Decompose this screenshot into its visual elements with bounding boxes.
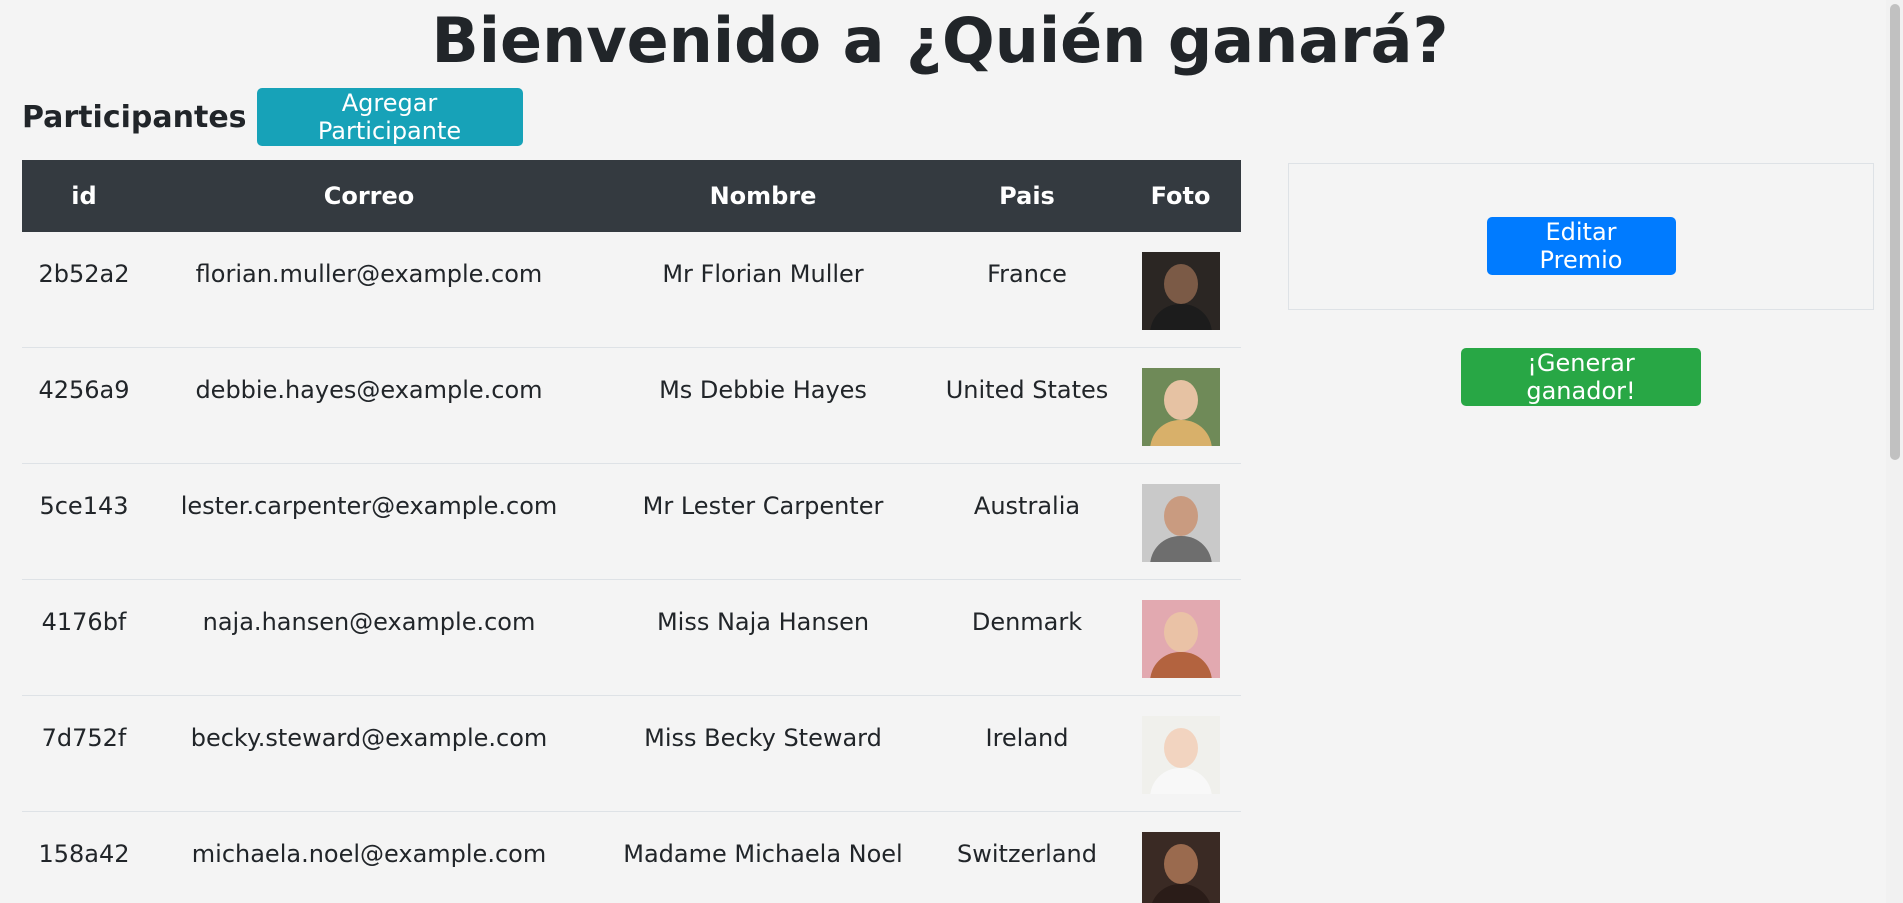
winner-area: ¡Generar ganador! bbox=[1288, 348, 1874, 406]
table-row: 4176bf naja.hansen@example.com Miss Naja H… bbox=[22, 579, 1241, 696]
participant-id: 158a42 bbox=[38, 840, 130, 868]
participant-name: Ms Debbie Hayes bbox=[659, 376, 867, 404]
participant-name-cell: Miss Becky Steward bbox=[592, 695, 934, 812]
participant-country-cell: Australia bbox=[934, 463, 1120, 580]
participant-photo bbox=[1141, 368, 1220, 446]
participants-header: Participantes Agregar Participante bbox=[22, 88, 523, 146]
participant-id-cell: 7d752f bbox=[22, 695, 146, 812]
table-row: 2b52a2 florian.muller@example.com Mr Flori… bbox=[22, 232, 1241, 348]
add-participant-button[interactable]: Agregar Participante bbox=[256, 88, 523, 146]
participant-country: Australia bbox=[973, 492, 1081, 520]
column-header-email: Correo bbox=[323, 182, 415, 210]
table-body: 2b52a2 florian.muller@example.com Mr Flori… bbox=[22, 232, 1241, 903]
participant-email-cell: lester.carpenter@example.com bbox=[146, 463, 592, 580]
participant-id-cell: 2b52a2 bbox=[22, 232, 146, 348]
participant-name-cell: Miss Naja Hansen bbox=[592, 579, 934, 696]
participant-photo bbox=[1141, 832, 1220, 903]
participant-photo-cell bbox=[1120, 232, 1241, 348]
participant-photo-cell bbox=[1120, 695, 1241, 812]
participant-country-cell: Switzerland bbox=[934, 811, 1120, 903]
participant-photo-cell bbox=[1120, 347, 1241, 464]
table-header: id Correo Nombre Pais Foto bbox=[22, 160, 1241, 232]
participant-country: United States bbox=[945, 376, 1109, 404]
participant-email: florian.muller@example.com bbox=[195, 260, 543, 288]
participant-photo bbox=[1141, 484, 1220, 562]
generate-winner-button[interactable]: ¡Generar ganador! bbox=[1461, 348, 1701, 406]
participant-id-cell: 4256a9 bbox=[22, 347, 146, 464]
participant-id: 2b52a2 bbox=[38, 260, 130, 288]
participant-country-cell: Denmark bbox=[934, 579, 1120, 696]
participant-name: Miss Becky Steward bbox=[644, 724, 882, 752]
prize-panel: Editar Premio bbox=[1288, 163, 1874, 310]
scrollbar-thumb[interactable] bbox=[1890, 4, 1900, 460]
participant-email: debbie.hayes@example.com bbox=[195, 376, 543, 404]
participants-title: Participantes bbox=[22, 99, 247, 135]
participant-photo-cell bbox=[1120, 579, 1241, 696]
participant-email-cell: becky.steward@example.com bbox=[146, 695, 592, 812]
participant-email-cell: florian.muller@example.com bbox=[146, 232, 592, 348]
participant-photo-cell bbox=[1120, 463, 1241, 580]
participant-name: Mr Lester Carpenter bbox=[642, 492, 884, 520]
participant-country: Ireland bbox=[985, 724, 1069, 752]
participant-name-cell: Madame Michaela Noel bbox=[592, 811, 934, 903]
table-row: 158a42 michaela.noel@example.com Madame Mi… bbox=[22, 811, 1241, 903]
participant-name-cell: Mr Lester Carpenter bbox=[592, 463, 934, 580]
table-row: 4256a9 debbie.hayes@example.com Ms Debbie … bbox=[22, 347, 1241, 464]
participant-email-cell: michaela.noel@example.com bbox=[146, 811, 592, 903]
table-row: 5ce143 lester.carpenter@example.com Mr Les… bbox=[22, 463, 1241, 580]
participant-id-cell: 4176bf bbox=[22, 579, 146, 696]
participant-email: lester.carpenter@example.com bbox=[180, 492, 558, 520]
table-row: 7d752f becky.steward@example.com Miss Beck… bbox=[22, 695, 1241, 812]
participant-name: Madame Michaela Noel bbox=[623, 840, 903, 868]
participant-id: 5ce143 bbox=[39, 492, 129, 520]
page-title: Bienvenido a ¿Quién ganará? bbox=[431, 4, 1449, 77]
participant-id: 7d752f bbox=[41, 724, 127, 752]
participant-email-cell: naja.hansen@example.com bbox=[146, 579, 592, 696]
participant-id-cell: 5ce143 bbox=[22, 463, 146, 580]
participant-id-cell: 158a42 bbox=[22, 811, 146, 903]
participant-name: Miss Naja Hansen bbox=[656, 608, 870, 636]
participant-email: becky.steward@example.com bbox=[190, 724, 548, 752]
column-header-photo: Foto bbox=[1150, 182, 1211, 210]
participant-name-cell: Ms Debbie Hayes bbox=[592, 347, 934, 464]
participant-email: michaela.noel@example.com bbox=[191, 840, 547, 868]
participant-name-cell: Mr Florian Muller bbox=[592, 232, 934, 348]
participant-photo bbox=[1141, 252, 1220, 330]
participants-table: id Correo Nombre Pais Foto 2b52a2 florian… bbox=[22, 160, 1241, 903]
participant-country: Switzerland bbox=[957, 840, 1097, 868]
participant-photo bbox=[1141, 600, 1220, 678]
participant-email-cell: debbie.hayes@example.com bbox=[146, 347, 592, 464]
participant-country-cell: Ireland bbox=[934, 695, 1120, 812]
column-header-name: Nombre bbox=[709, 182, 817, 210]
participants-table-container: id Correo Nombre Pais Foto 2b52a2 florian… bbox=[22, 160, 1241, 903]
participant-photo bbox=[1141, 716, 1220, 794]
participant-photo-cell bbox=[1120, 811, 1241, 903]
participant-country: Denmark bbox=[971, 608, 1083, 636]
participant-id: 4256a9 bbox=[38, 376, 130, 404]
participant-country-cell: United States bbox=[934, 347, 1120, 464]
participant-country: France bbox=[987, 260, 1067, 288]
participant-name: Mr Florian Muller bbox=[662, 260, 864, 288]
column-header-country: Pais bbox=[999, 182, 1055, 210]
participant-country-cell: France bbox=[934, 232, 1120, 348]
participant-email: naja.hansen@example.com bbox=[202, 608, 536, 636]
column-header-id: id bbox=[71, 182, 97, 210]
participant-id: 4176bf bbox=[41, 608, 127, 636]
edit-prize-button[interactable]: Editar Premio bbox=[1486, 216, 1676, 275]
page-scrollbar[interactable] bbox=[1886, 0, 1903, 903]
